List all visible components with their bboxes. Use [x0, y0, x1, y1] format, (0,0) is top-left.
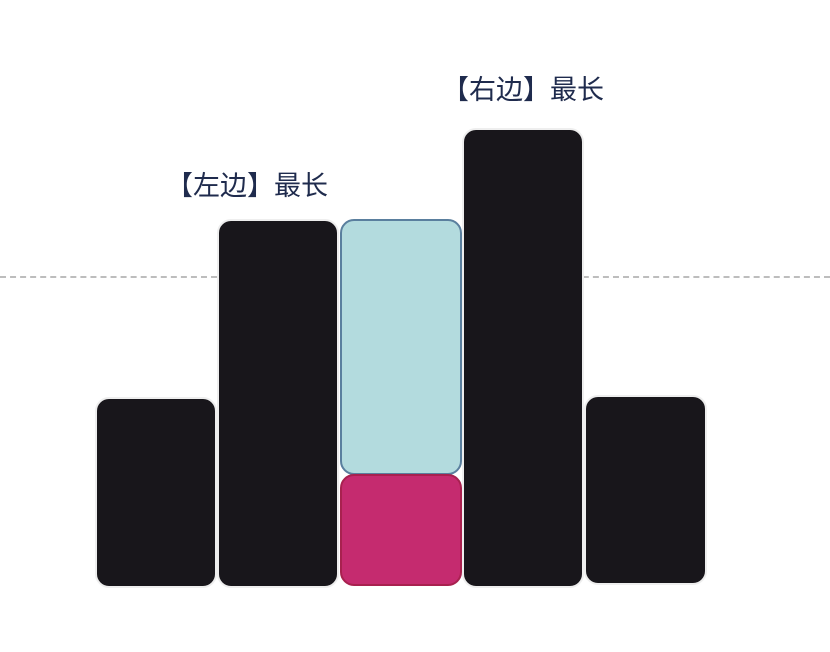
bar-1 [95, 397, 217, 588]
water-block [340, 219, 462, 475]
bar-2-left-max [217, 219, 339, 588]
right-longest-label: 【右边】最长 [442, 75, 604, 106]
current-bar [340, 474, 462, 586]
left-longest-label: 【左边】最长 [166, 171, 328, 202]
bar-4-right-max [462, 128, 584, 588]
bar-5 [584, 395, 707, 585]
